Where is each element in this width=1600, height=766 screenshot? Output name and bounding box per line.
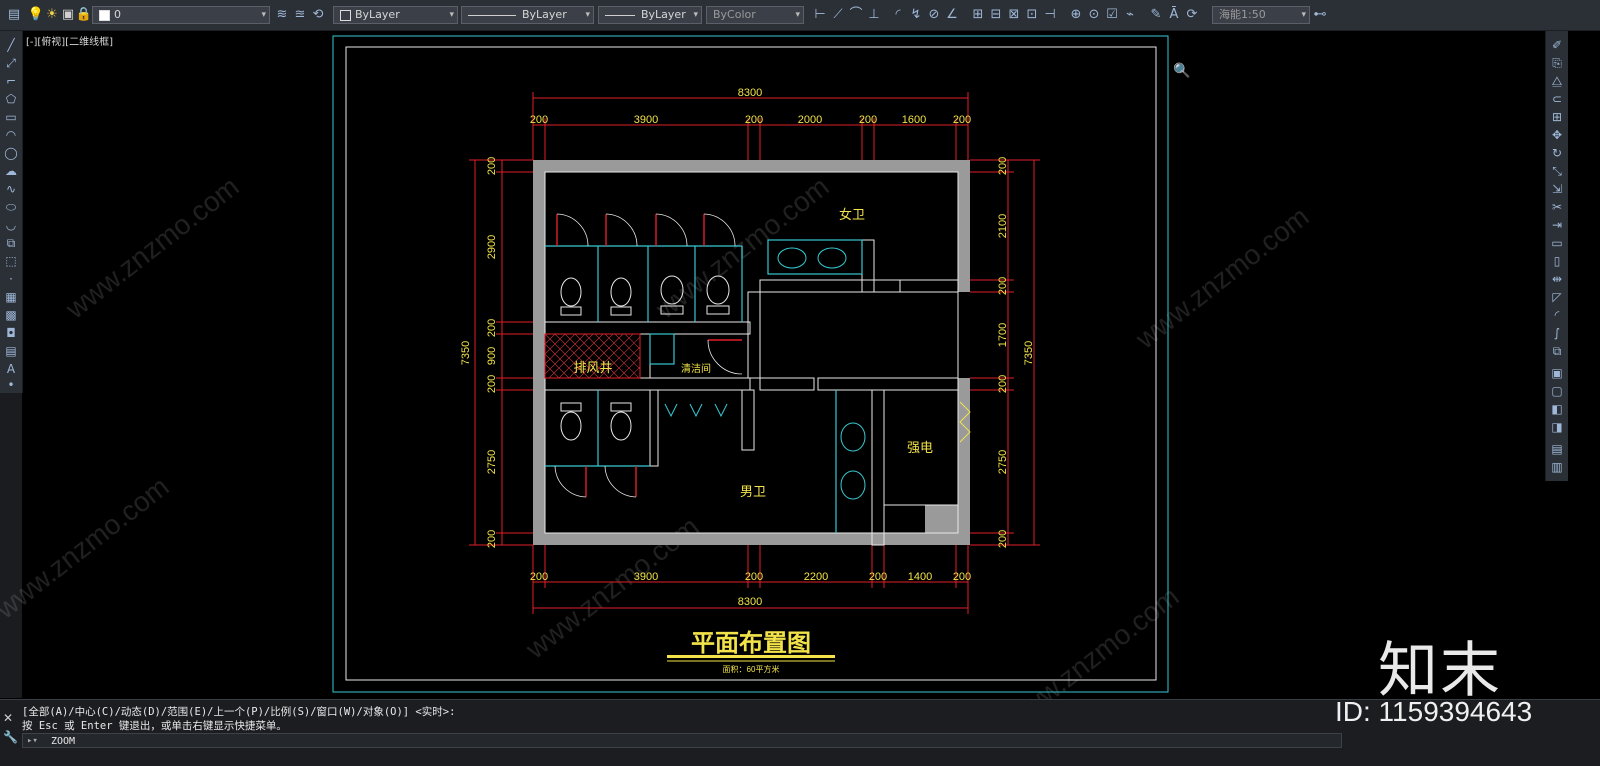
draworder-above-icon[interactable]: ◧ bbox=[1549, 401, 1565, 417]
move-icon[interactable]: ✥ bbox=[1549, 127, 1565, 143]
text-front-icon[interactable]: ▤ bbox=[1549, 441, 1565, 457]
explode-icon[interactable]: ⧉ bbox=[1549, 343, 1565, 359]
dim-bottom-total: 8300 bbox=[738, 596, 762, 608]
dim-left-6: 200 bbox=[486, 530, 498, 548]
dim-top-3: 2000 bbox=[798, 114, 822, 126]
dim-bottom-2: 200 bbox=[745, 571, 763, 583]
dim-left-0: 200 bbox=[486, 157, 498, 175]
rotate-icon[interactable]: ↻ bbox=[1549, 145, 1565, 161]
dim-left-4: 200 bbox=[486, 375, 498, 393]
zoom-cursor-icon: 🔍 bbox=[1173, 63, 1191, 79]
copy-icon[interactable]: ⎘ bbox=[1549, 55, 1565, 71]
dim-top-5: 1600 bbox=[902, 114, 926, 126]
dim-right-0: 200 bbox=[997, 157, 1009, 175]
room-label-shaft: 排风井 bbox=[573, 360, 612, 375]
array-icon[interactable]: ⊞ bbox=[1549, 109, 1565, 125]
dim-bottom-0: 200 bbox=[530, 571, 548, 583]
right-panel-filler bbox=[1545, 481, 1600, 698]
draworder-under-icon[interactable]: ◨ bbox=[1549, 419, 1565, 435]
dim-right-1: 2100 bbox=[997, 214, 1009, 238]
command-prompt-icon: ▸▾ bbox=[27, 736, 38, 746]
wrench-icon[interactable]: 🔧 bbox=[3, 730, 18, 744]
dim-top-2: 200 bbox=[745, 114, 763, 126]
stretch-icon[interactable]: ⇲ bbox=[1549, 181, 1565, 197]
dim-top-total: 8300 bbox=[738, 87, 762, 99]
command-options-line: [全部(A)/中心(C)/动态(D)/范围(E)/上一个(P)/比例(S)/窗口… bbox=[22, 706, 456, 718]
dim-bottom-6: 200 bbox=[953, 571, 971, 583]
room-label-electric: 强电 bbox=[907, 440, 933, 455]
room-label-men: 男卫 bbox=[740, 484, 766, 499]
draworder-back-icon[interactable]: ▢ bbox=[1549, 383, 1565, 399]
dim-top-6: 200 bbox=[953, 114, 971, 126]
fillet-icon[interactable]: ◜ bbox=[1549, 307, 1565, 323]
drawing-subtitle: 面积：60平方米 bbox=[723, 664, 780, 674]
dim-left-5: 2750 bbox=[486, 450, 498, 474]
title-underline bbox=[667, 655, 835, 658]
room-labels: 女卫 男卫 排风井 清洁间 强电 bbox=[573, 207, 933, 499]
draworder-front-icon[interactable]: ▣ bbox=[1549, 365, 1565, 381]
room-label-cleaning: 清洁间 bbox=[681, 362, 711, 375]
dim-left-1: 2900 bbox=[486, 235, 498, 259]
asset-id-label: ID: 1159394643 bbox=[1335, 696, 1533, 727]
hatch-back-icon[interactable]: ▥ bbox=[1549, 459, 1565, 475]
dim-right-2: 200 bbox=[997, 277, 1009, 295]
dim-bottom-4: 200 bbox=[869, 571, 887, 583]
room-label-women: 女卫 bbox=[839, 207, 865, 222]
trim-icon[interactable]: ✂ bbox=[1549, 199, 1565, 215]
command-hint-line: 按 Esc 或 Enter 键退出，或单击右键显示快捷菜单。 bbox=[22, 720, 287, 732]
dim-right-5: 2750 bbox=[997, 450, 1009, 474]
dim-top-0: 200 bbox=[530, 114, 548, 126]
dim-right-4: 200 bbox=[997, 375, 1009, 393]
dim-bottom-1: 3900 bbox=[634, 571, 658, 583]
dim-left-3: 900 bbox=[486, 347, 498, 365]
break-icon[interactable]: ▭ bbox=[1549, 235, 1565, 251]
dim-left-total: 7350 bbox=[460, 341, 472, 365]
extend-icon[interactable]: ⇥ bbox=[1549, 217, 1565, 233]
dim-bottom-3: 2200 bbox=[804, 571, 828, 583]
scale-icon[interactable]: ⤡ bbox=[1549, 163, 1565, 179]
dim-bottom-5: 1400 bbox=[908, 571, 932, 583]
erase-icon[interactable]: ✐ bbox=[1549, 37, 1565, 53]
dim-top-1: 3900 bbox=[634, 114, 658, 126]
drawing-title-block: 平面布置图 面积：60平方米 bbox=[667, 629, 835, 674]
mirror-icon[interactable]: ⧋ bbox=[1549, 73, 1565, 89]
offset-icon[interactable]: ⊂ bbox=[1549, 91, 1565, 107]
break-at-point-icon[interactable]: ▯ bbox=[1549, 253, 1565, 269]
floor-plan-drawing: 8300 200 3900 200 2000 200 1600 200 200 … bbox=[332, 35, 1169, 693]
dim-top-4: 200 bbox=[859, 114, 877, 126]
close-command-icon[interactable]: ✕ bbox=[3, 711, 13, 725]
dim-right-total: 7350 bbox=[1023, 341, 1035, 365]
sheet-outer-frame bbox=[332, 35, 1169, 693]
drawing-title: 平面布置图 bbox=[691, 629, 811, 657]
dim-right-3: 1700 bbox=[997, 323, 1009, 347]
dim-left-2: 200 bbox=[486, 319, 498, 337]
chamfer-icon[interactable]: ◸ bbox=[1549, 289, 1565, 305]
modify-toolbar: ✐ ⎘ ⧋ ⊂ ⊞ ✥ ↻ ⤡ ⇲ ✂ ⇥ ▭ ▯ ⇹ ◸ ◜ ∫ ⧉ ▣ ▢ … bbox=[1545, 31, 1568, 481]
command-input-value: ZOOM bbox=[51, 736, 76, 747]
command-input[interactable]: ▸▾ ZOOM bbox=[22, 733, 1342, 748]
dim-right-6: 200 bbox=[997, 530, 1009, 548]
blend-icon[interactable]: ∫ bbox=[1549, 325, 1565, 341]
join-icon[interactable]: ⇹ bbox=[1549, 271, 1565, 287]
toilet-fixtures bbox=[560, 275, 730, 441]
